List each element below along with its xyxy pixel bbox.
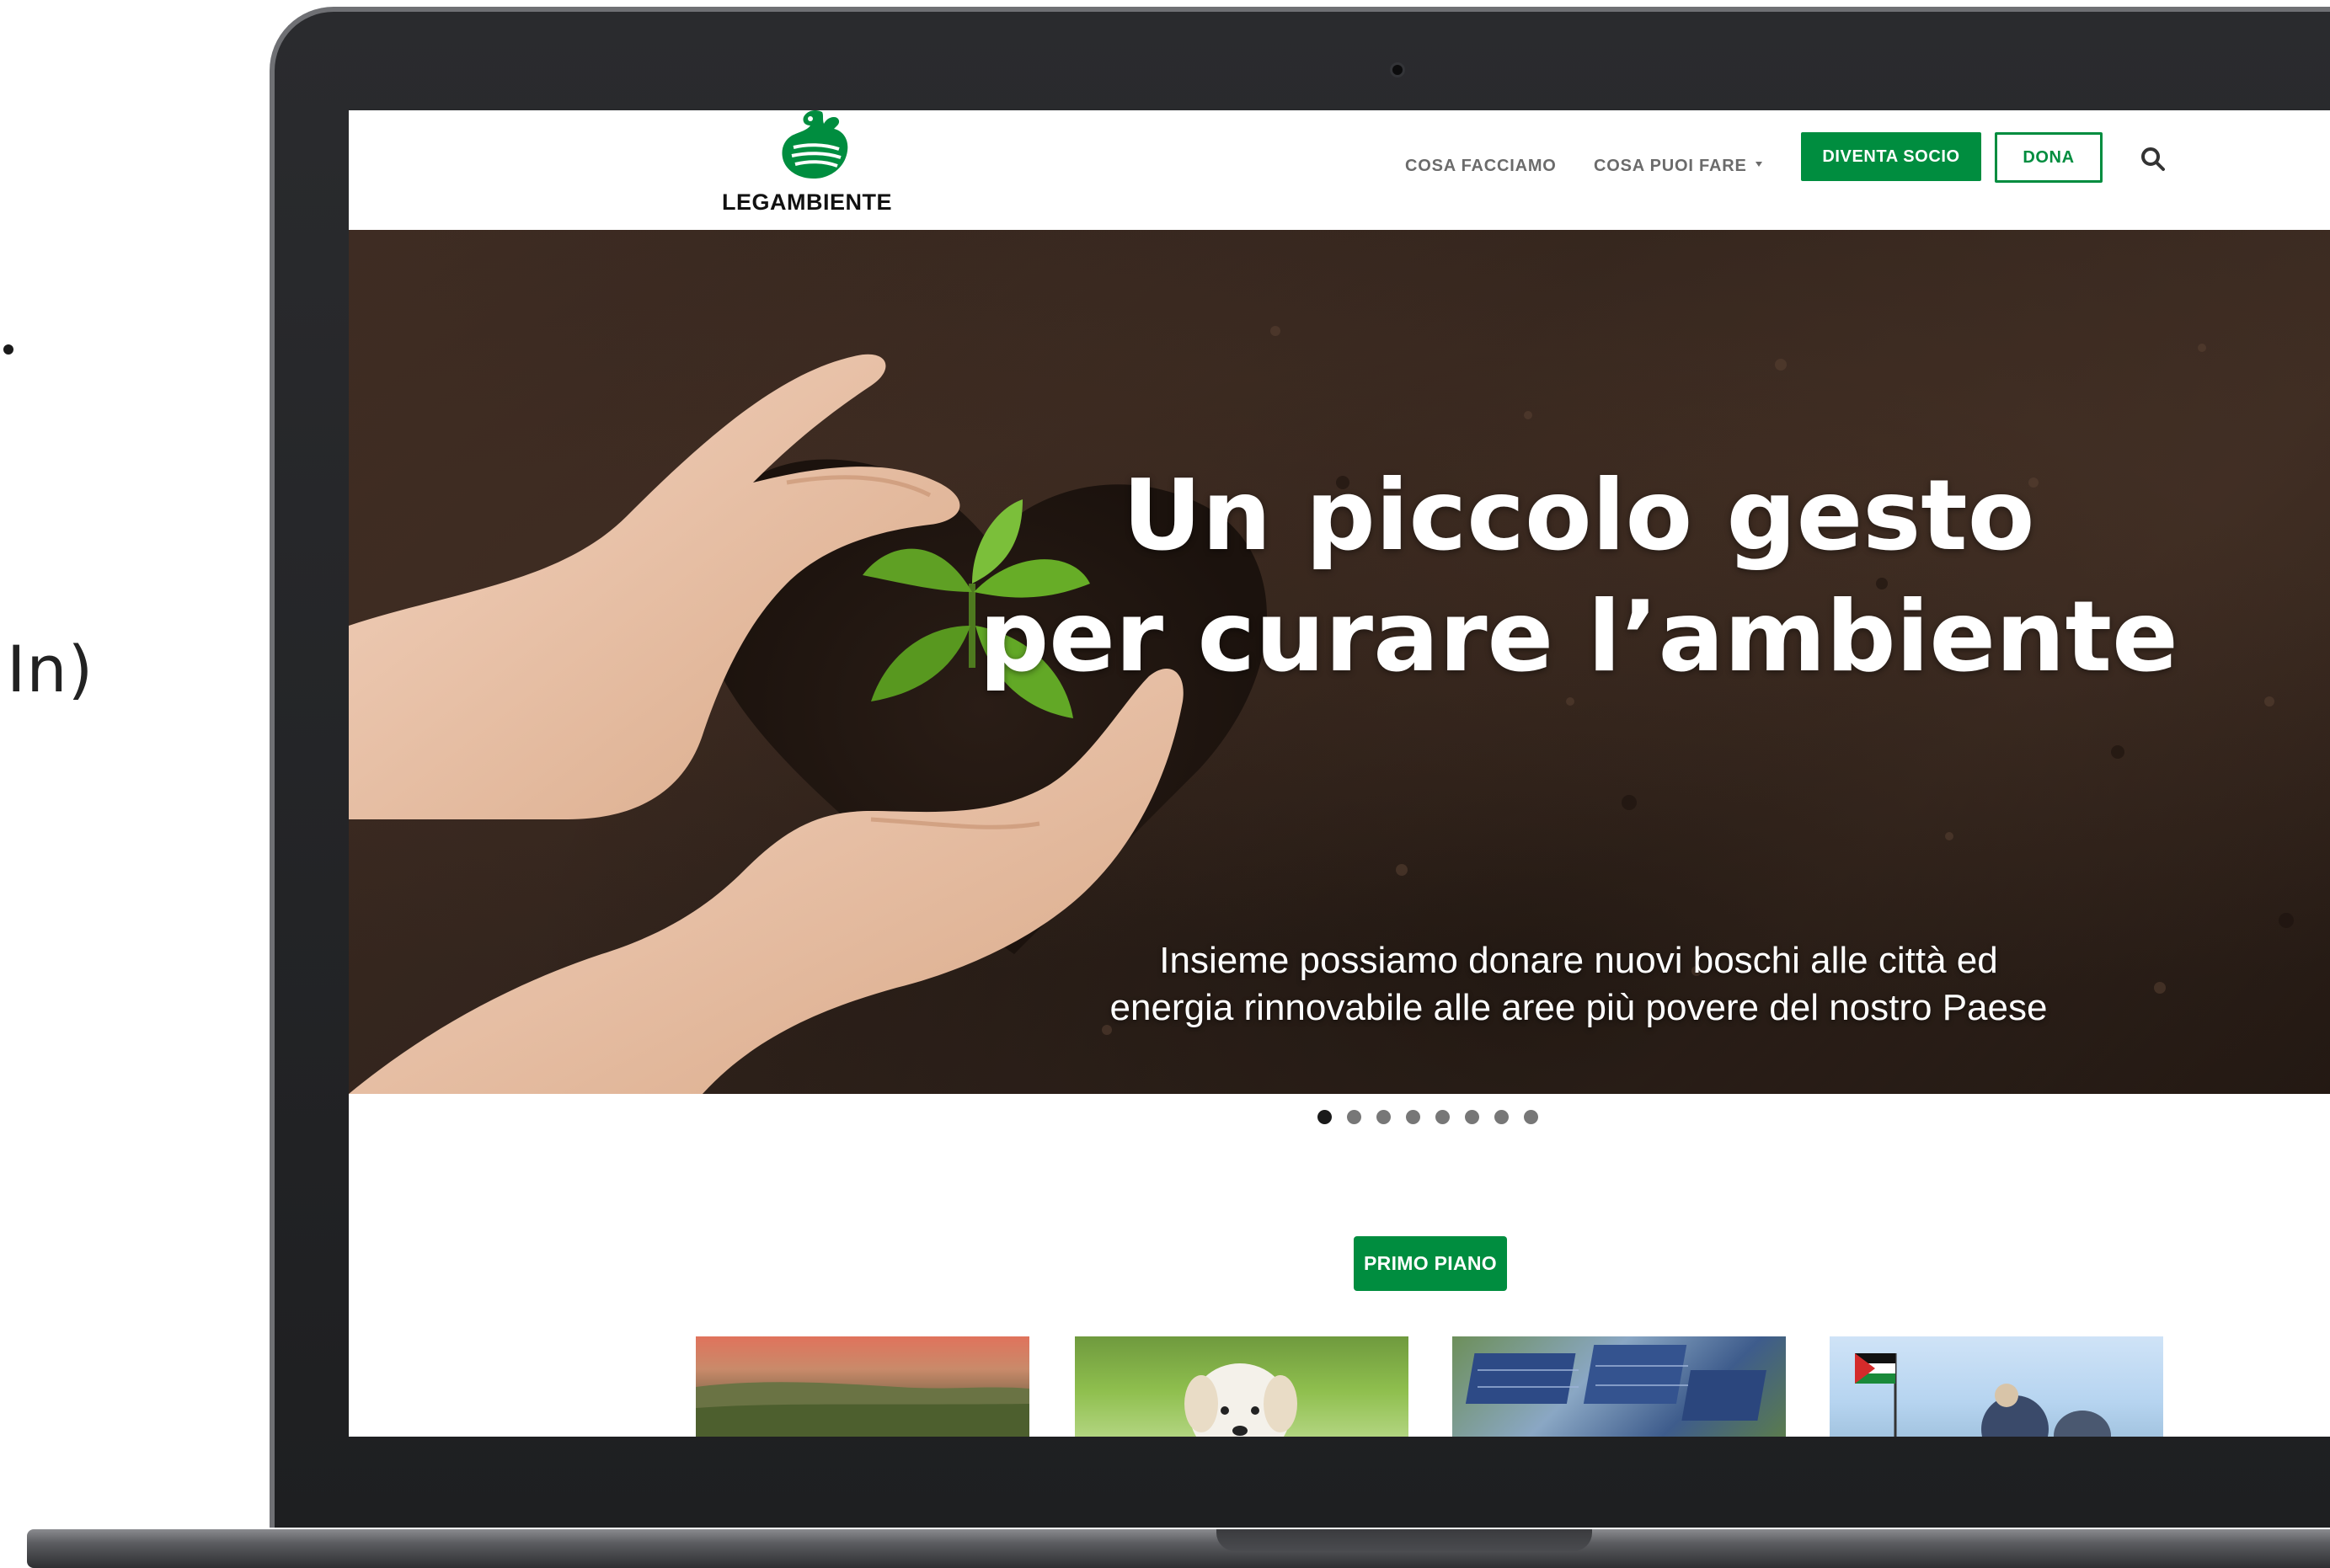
hero-title-line-2: per curare l’ambiente — [979, 580, 2178, 694]
nav-cosa-puoi-fare[interactable]: COSA PUOI FARE — [1594, 149, 1747, 183]
diventa-socio-button[interactable]: DIVENTA SOCIO — [1801, 132, 1981, 181]
solar-panels-image — [1465, 1345, 1766, 1421]
slider-dot-1[interactable] — [1317, 1110, 1332, 1124]
hero-subtitle-line-1: Insieme possiamo donare nuovi boschi all… — [1159, 940, 1998, 981]
hero-subtitle: Insieme possiamo donare nuovi boschi all… — [955, 937, 2202, 1032]
logo-text: LEGAMBIENTE — [721, 189, 892, 215]
hero-title-line-1: Un piccolo gesto — [1122, 459, 2035, 573]
laptop-notch — [1216, 1529, 1592, 1551]
chevron-down-icon[interactable] — [1756, 162, 1762, 167]
legambiente-logo[interactable]: LEGAMBIENTE — [714, 110, 900, 220]
dona-button[interactable]: DONA — [1995, 132, 2103, 183]
slider-dot-3[interactable] — [1376, 1110, 1391, 1124]
fragment-text: In) — [7, 632, 94, 707]
news-card-3[interactable] — [1452, 1336, 1786, 1437]
slider-dot-5[interactable] — [1435, 1110, 1450, 1124]
bullet-dot — [3, 344, 13, 355]
flag-protest-image — [1855, 1353, 2111, 1437]
browser-viewport: LEGAMBIENTE COSA FACCIAMO COSA PUOI FARE… — [349, 110, 2330, 1437]
swan-logo-icon — [782, 110, 848, 179]
site-header: LEGAMBIENTE COSA FACCIAMO COSA PUOI FARE… — [349, 110, 2330, 230]
hero-slider[interactable]: Un piccolo gesto per curare l’ambiente I… — [349, 230, 2330, 1094]
slider-dot-2[interactable] — [1347, 1110, 1361, 1124]
slider-dot-8[interactable] — [1524, 1110, 1538, 1124]
puppy-image — [1184, 1363, 1297, 1437]
news-card-1[interactable] — [696, 1336, 1029, 1437]
slider-dot-6[interactable] — [1465, 1110, 1479, 1124]
hero-title: Un piccolo gesto per curare l’ambiente — [955, 456, 2202, 698]
slider-dot-4[interactable] — [1406, 1110, 1420, 1124]
slider-dot-7[interactable] — [1494, 1110, 1509, 1124]
background-page: In) — [0, 0, 278, 1568]
hero-subtitle-line-2: energia rinnovabile alle aree più povere… — [1109, 987, 2048, 1028]
landscape-image — [696, 1382, 1029, 1437]
camera-icon — [1390, 62, 1405, 77]
news-card-2[interactable] — [1075, 1336, 1408, 1437]
nav-cosa-facciamo[interactable]: COSA FACCIAMO — [1405, 149, 1557, 183]
slider-pagination — [1317, 1110, 1570, 1130]
search-icon[interactable] — [2138, 144, 2168, 174]
news-card-4[interactable] — [1830, 1336, 2163, 1437]
primo-piano-badge[interactable]: PRIMO PIANO — [1354, 1236, 1507, 1291]
laptop-base — [27, 1529, 2330, 1568]
